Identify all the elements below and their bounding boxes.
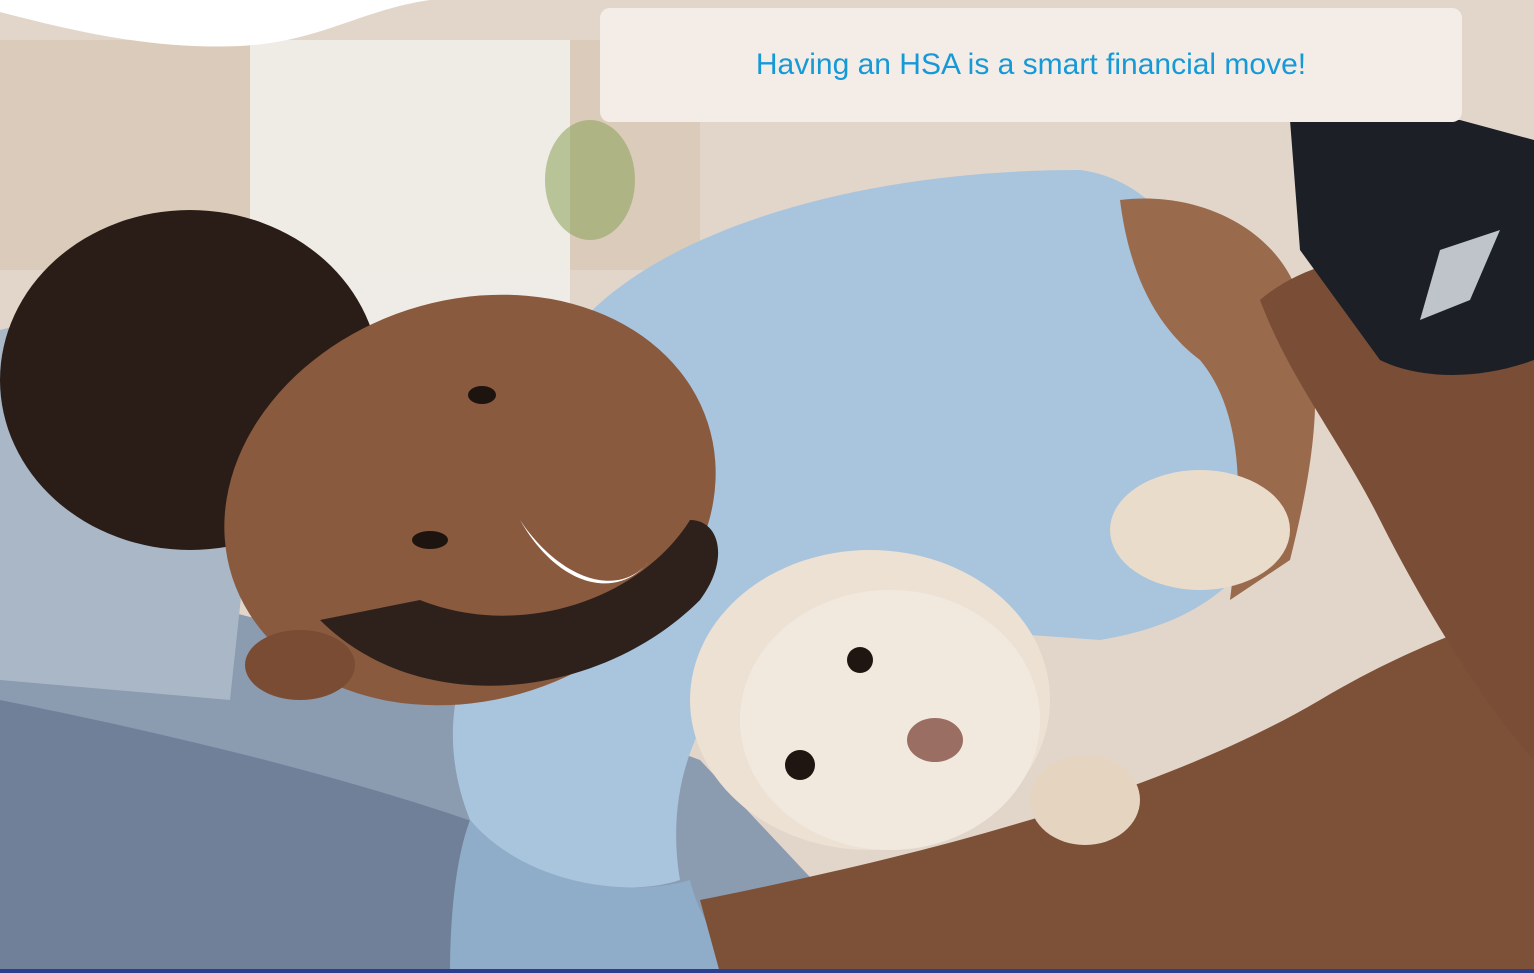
dog-eye-left: [847, 647, 873, 673]
bottom-accent-strip: [0, 969, 1534, 973]
dog-paw-upper: [1110, 470, 1290, 590]
dog-nose: [907, 718, 963, 762]
headline-text: Having an HSA is a smart financial move!: [755, 48, 1307, 81]
headline-banner: Having an HSA is a smart financial move!: [600, 8, 1462, 122]
eye-right: [468, 386, 496, 404]
hero-image-section: Having an HSA is a smart financial move!: [0, 0, 1534, 973]
dog-paw-lower: [1030, 755, 1140, 845]
dog-eye-right: [785, 750, 815, 780]
hero-photo: [0, 0, 1534, 973]
ear: [245, 630, 355, 700]
plant: [545, 120, 635, 240]
eye-left: [412, 531, 448, 549]
dog-head: [740, 590, 1040, 850]
